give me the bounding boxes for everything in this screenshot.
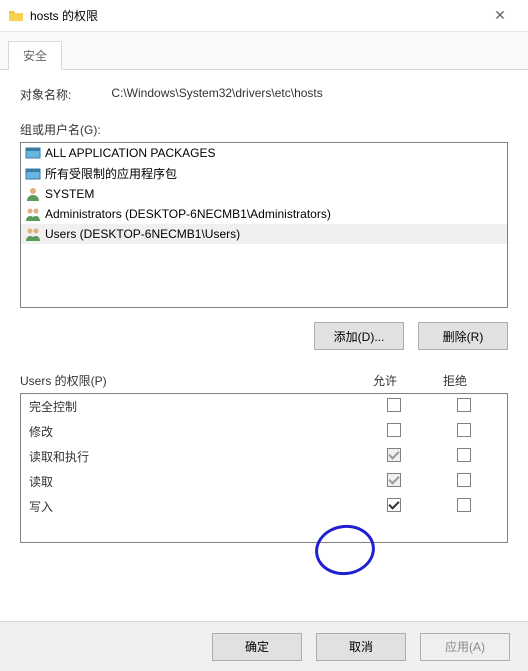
- list-item[interactable]: Administrators (DESKTOP-6NECMB1\Administ…: [21, 204, 507, 224]
- permission-row: 读取: [21, 469, 507, 494]
- object-name-row: 对象名称: C:\Windows\System32\drivers\etc\ho…: [20, 86, 508, 103]
- list-item-label: 所有受限制的应用程序包: [45, 165, 177, 182]
- permission-row: 完全控制: [21, 394, 507, 419]
- titlebar: hosts 的权限 ✕: [0, 0, 528, 32]
- group-buttons-row: 添加(D)... 删除(R): [20, 322, 508, 350]
- close-button[interactable]: ✕: [480, 4, 520, 28]
- deny-checkbox[interactable]: [457, 448, 471, 462]
- permissions-header: Users 的权限(P) 允许 拒绝: [20, 372, 508, 389]
- permission-name: 完全控制: [29, 398, 359, 415]
- deny-checkbox[interactable]: [457, 473, 471, 487]
- allow-checkbox[interactable]: [387, 423, 401, 437]
- list-item-label: ALL APPLICATION PACKAGES: [45, 146, 216, 160]
- dialog-footer: 确定 取消 应用(A): [0, 621, 528, 671]
- list-item-label: Administrators (DESKTOP-6NECMB1\Administ…: [45, 207, 331, 221]
- user-icon: [25, 186, 41, 202]
- add-button[interactable]: 添加(D)...: [314, 322, 404, 350]
- allow-checkbox: [387, 448, 401, 462]
- object-name-label: 对象名称:: [20, 86, 71, 103]
- permission-row: 修改: [21, 419, 507, 444]
- list-item[interactable]: ALL APPLICATION PACKAGES: [21, 143, 507, 163]
- permission-row: 读取和执行: [21, 444, 507, 469]
- list-item[interactable]: Users (DESKTOP-6NECMB1\Users): [21, 224, 507, 244]
- deny-checkbox[interactable]: [457, 498, 471, 512]
- package-icon: [25, 166, 41, 182]
- permissions-box: 完全控制修改读取和执行读取写入: [20, 393, 508, 543]
- remove-button[interactable]: 删除(R): [418, 322, 508, 350]
- deny-checkbox[interactable]: [457, 423, 471, 437]
- allow-checkbox[interactable]: [387, 498, 401, 512]
- content-area: 对象名称: C:\Windows\System32\drivers\etc\ho…: [0, 70, 528, 553]
- permissions-title: Users 的权限(P): [20, 372, 350, 389]
- list-item[interactable]: 所有受限制的应用程序包: [21, 163, 507, 184]
- groups-listbox[interactable]: ALL APPLICATION PACKAGES 所有受限制的应用程序包 SYSTE…: [20, 142, 508, 308]
- cancel-button[interactable]: 取消: [316, 633, 406, 661]
- allow-checkbox: [387, 473, 401, 487]
- tab-security[interactable]: 安全: [8, 41, 62, 70]
- permission-name: 修改: [29, 423, 359, 440]
- group-icon: [25, 226, 41, 242]
- permission-name: 写入: [29, 498, 359, 515]
- groups-label: 组或用户名(G):: [20, 121, 508, 138]
- permission-name: 读取和执行: [29, 448, 359, 465]
- folder-icon: [8, 8, 24, 24]
- window-title: hosts 的权限: [30, 7, 480, 24]
- list-item[interactable]: SYSTEM: [21, 184, 507, 204]
- tabstrip: 安全: [0, 32, 528, 70]
- allow-checkbox[interactable]: [387, 398, 401, 412]
- list-item-label: Users (DESKTOP-6NECMB1\Users): [45, 227, 240, 241]
- ok-button[interactable]: 确定: [212, 633, 302, 661]
- column-deny: 拒绝: [420, 372, 490, 389]
- permission-row: 写入: [21, 494, 507, 519]
- package-icon: [25, 145, 41, 161]
- permission-name: 读取: [29, 473, 359, 490]
- object-name-value: C:\Windows\System32\drivers\etc\hosts: [111, 86, 322, 103]
- column-allow: 允许: [350, 372, 420, 389]
- apply-button[interactable]: 应用(A): [420, 633, 510, 661]
- group-icon: [25, 206, 41, 222]
- deny-checkbox[interactable]: [457, 398, 471, 412]
- list-item-label: SYSTEM: [45, 187, 94, 201]
- permissions-scroll[interactable]: 完全控制修改读取和执行读取写入: [21, 394, 507, 542]
